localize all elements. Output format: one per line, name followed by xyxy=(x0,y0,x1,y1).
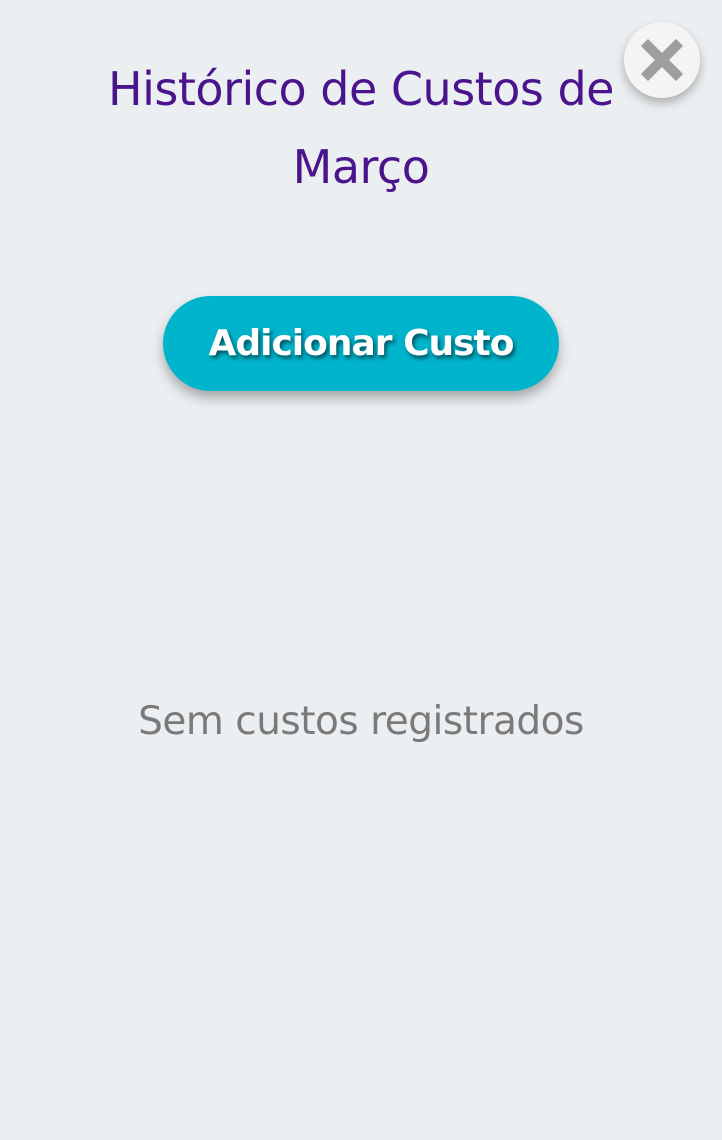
close-icon xyxy=(641,39,683,81)
page-title: Histórico de Custos de Março xyxy=(108,62,614,194)
close-button[interactable] xyxy=(624,22,700,98)
empty-state-message: Sem custos registrados xyxy=(138,699,584,744)
cost-history-modal: Histórico de Custos de Março Adicionar C… xyxy=(0,0,722,1140)
add-cost-button[interactable]: Adicionar Custo xyxy=(163,296,559,391)
